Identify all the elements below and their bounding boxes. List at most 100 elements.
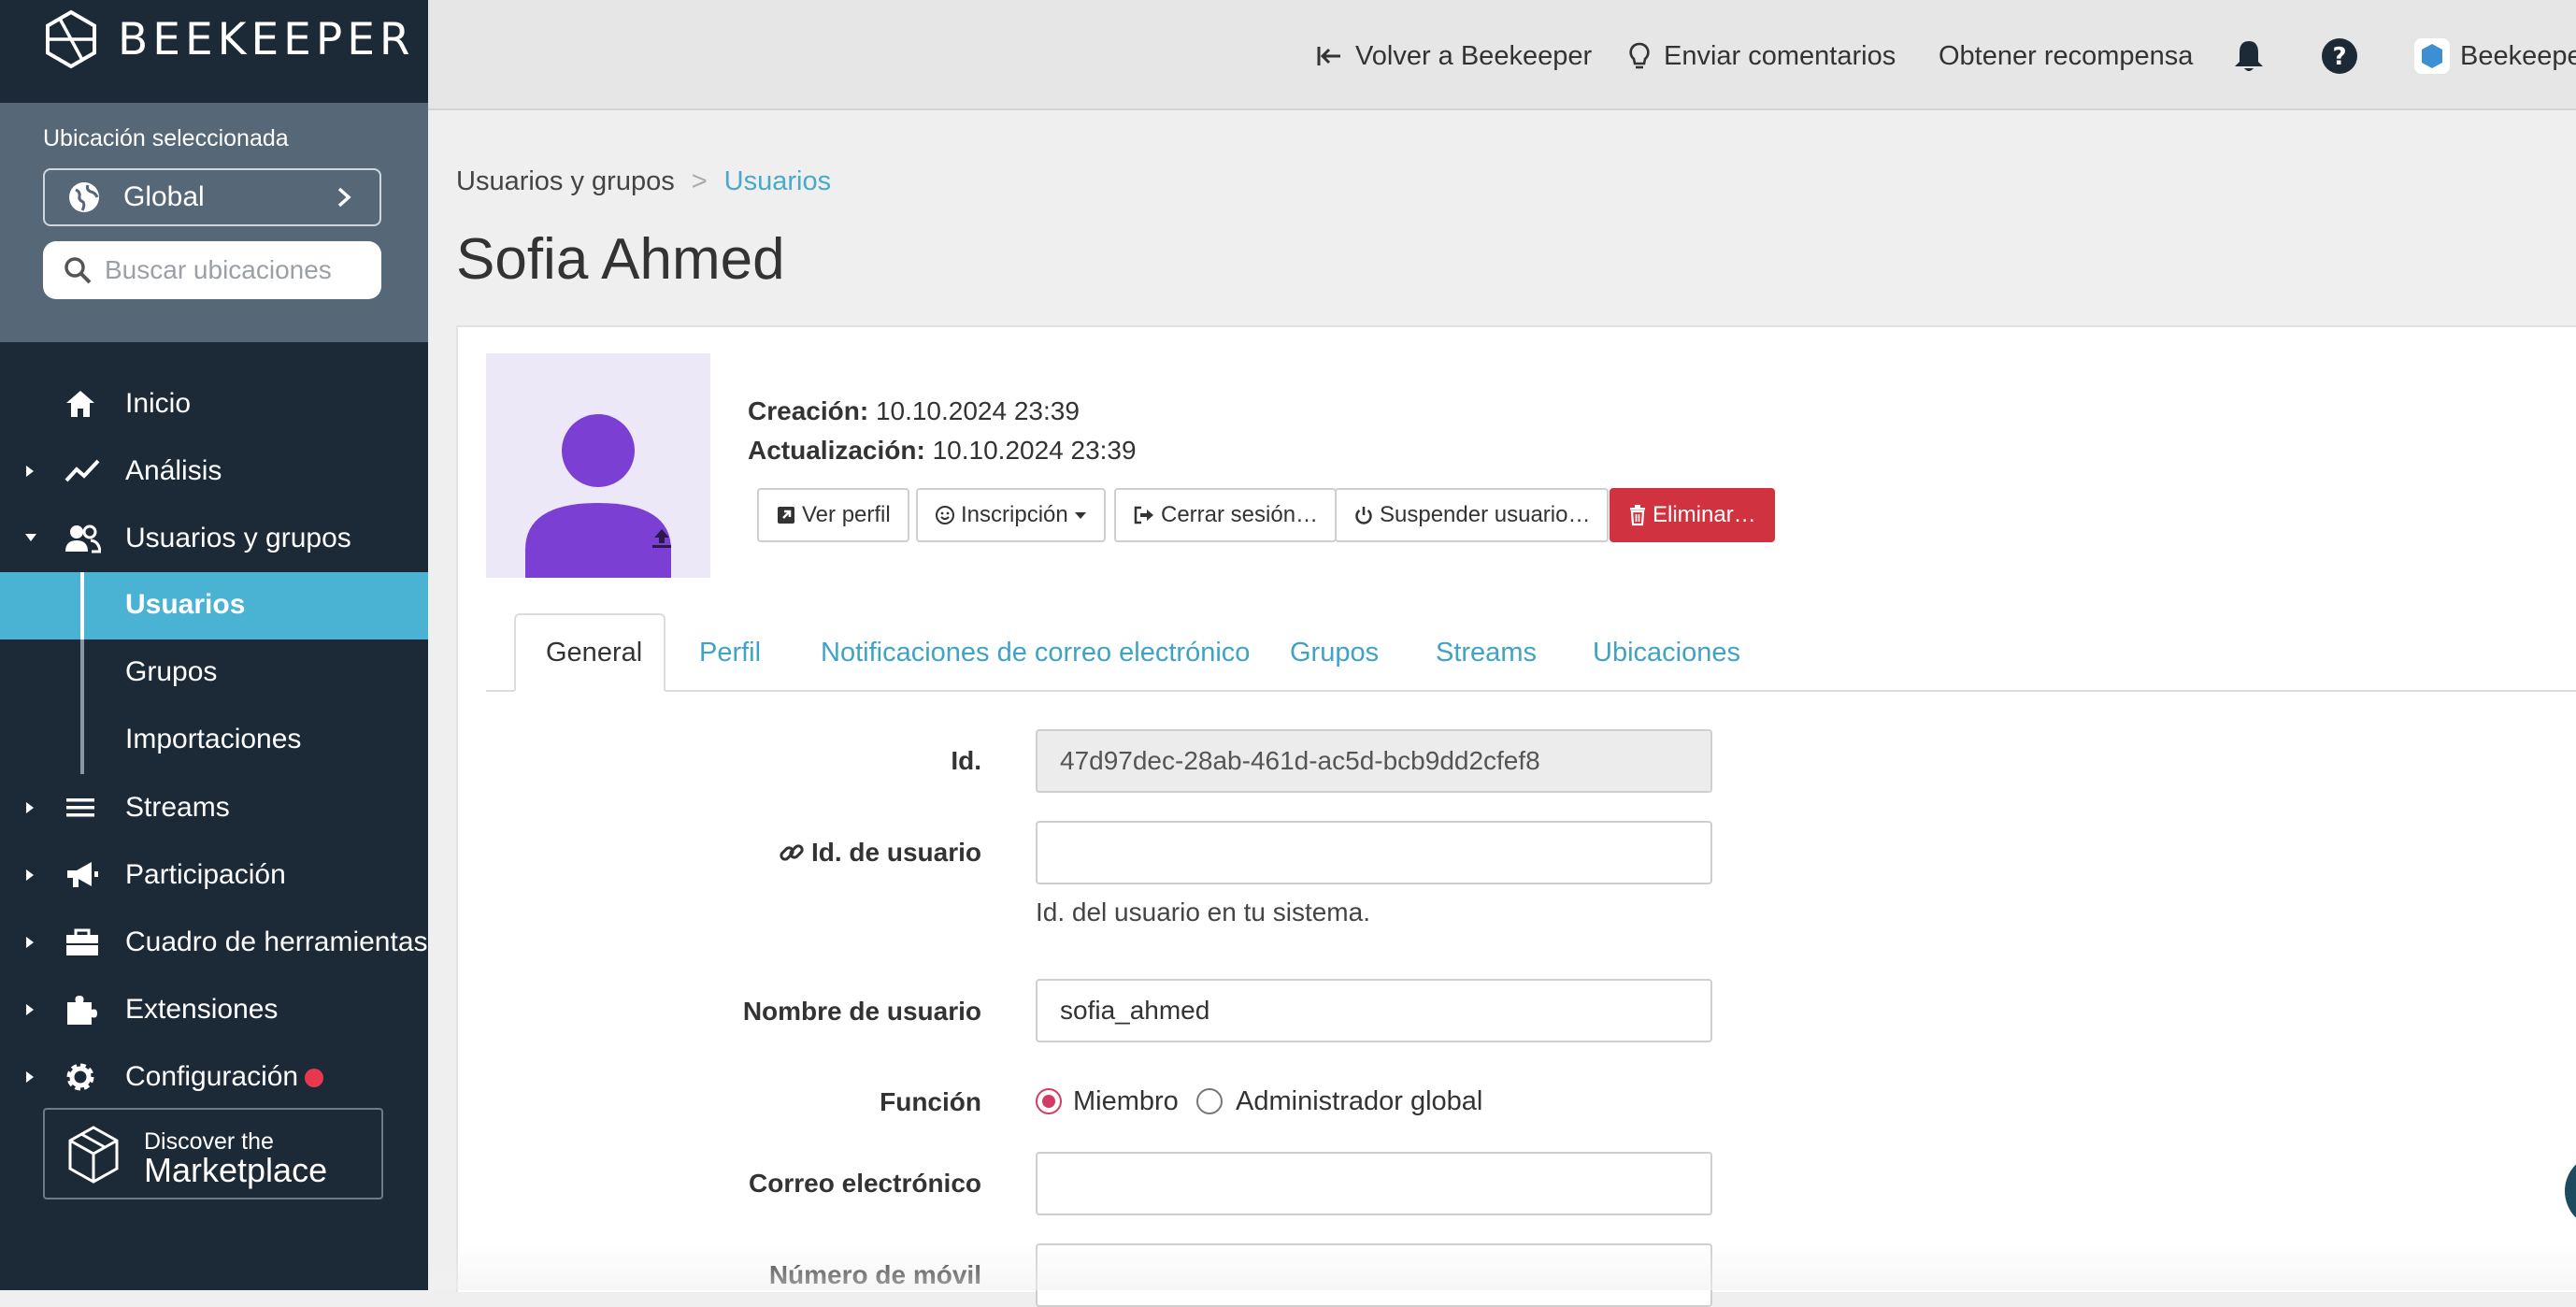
role-option-miembro[interactable]: Miembro	[1073, 1086, 1179, 1117]
updated-value: 10.10.2024 23:39	[932, 436, 1137, 465]
enrollment-dropdown[interactable]: Inscripción	[916, 488, 1106, 542]
tab-label: Streams	[1436, 637, 1537, 668]
sidebar-item-label: Usuarios y grupos	[125, 523, 351, 553]
sidebar: BEEKEEPER Ubicación seleccionada Global	[0, 0, 428, 1290]
sidebar-item-configuracion[interactable]: Configuración	[0, 1043, 428, 1111]
tab-grupos[interactable]: Grupos	[1290, 613, 1379, 692]
role-radio-admin-global[interactable]	[1196, 1088, 1223, 1114]
location-search[interactable]	[43, 241, 381, 299]
sidebar-subitem-grupos[interactable]: Grupos	[0, 639, 428, 707]
email-field[interactable]	[1036, 1152, 1712, 1215]
help-icon: ?	[2322, 38, 2357, 74]
view-profile-label: Ver perfil	[802, 502, 891, 527]
logout-button[interactable]: Cerrar sesión…	[1114, 488, 1338, 542]
send-feedback-link[interactable]: Enviar comentarios	[1628, 36, 1896, 77]
account-avatar-icon	[2414, 38, 2450, 74]
user-id-label: Id. de usuario	[810, 838, 981, 867]
caret-right-icon	[26, 869, 34, 881]
tab-notificaciones[interactable]: Notificaciones de correo electrónico	[821, 613, 1250, 692]
sidebar-item-participacion[interactable]: Participación	[0, 841, 428, 909]
sign-out-icon	[1134, 506, 1153, 524]
tab-label: Notificaciones de correo electrónico	[821, 637, 1251, 668]
logout-label: Cerrar sesión…	[1161, 502, 1319, 527]
back-to-beekeeper-label: Volver a Beekeeper	[1355, 40, 1593, 71]
location-panel: Ubicación seleccionada Global	[0, 103, 428, 342]
username-label: Nombre de usuario	[742, 997, 981, 1026]
suspend-user-button[interactable]: Suspender usuario…	[1335, 488, 1610, 542]
get-reward-label: Obtener recompensa	[1939, 40, 2194, 71]
users-icon	[65, 524, 101, 553]
sidebar-item-inicio[interactable]: Inicio	[0, 370, 428, 438]
role-radio-miembro[interactable]	[1036, 1088, 1062, 1114]
sidebar-item-extensiones[interactable]: Extensiones	[0, 976, 428, 1043]
hexagon-logo-icon	[46, 9, 96, 69]
location-selected: Global	[123, 181, 205, 212]
breadcrumb-current[interactable]: Usuarios	[724, 166, 831, 197]
caret-right-icon	[26, 1004, 34, 1015]
marketplace-line2: Marketplace	[144, 1151, 328, 1189]
page-title: Sofia Ahmed	[456, 227, 785, 292]
sidebar-subitem-importaciones[interactable]: Importaciones	[0, 707, 428, 774]
mobile-field[interactable]	[1036, 1243, 1712, 1307]
notifications-button[interactable]	[2230, 36, 2268, 77]
delete-user-button[interactable]: Eliminar…	[1610, 488, 1775, 542]
tab-perfil[interactable]: Perfil	[699, 613, 761, 692]
get-reward-link[interactable]: Obtener recompensa	[1939, 36, 2193, 77]
location-search-input[interactable]	[103, 254, 368, 286]
sidebar-item-label: Análisis	[125, 455, 222, 486]
tab-general[interactable]: General	[514, 613, 665, 692]
back-to-beekeeper-link[interactable]: Volver a Beekeeper	[1316, 36, 1592, 77]
role-label: Función	[880, 1087, 981, 1116]
id-field[interactable]	[1036, 729, 1712, 793]
marketplace-button[interactable]: Discover the Marketplace	[43, 1108, 383, 1199]
logo-text: BEEKEEPER	[118, 13, 415, 65]
sidebar-item-label: Inicio	[125, 388, 192, 419]
account-menu[interactable]: Beekeeper	[2413, 36, 2576, 77]
sidebar-item-label: Streams	[125, 792, 230, 823]
location-select[interactable]: Global	[43, 168, 381, 226]
avatar[interactable]	[486, 353, 710, 578]
sidebar-item-label: Extensiones	[125, 994, 279, 1025]
created-value: 10.10.2024 23:39	[875, 396, 1080, 425]
home-icon	[66, 391, 94, 417]
bell-icon	[2235, 41, 2263, 71]
sidebar-item-analisis[interactable]: Análisis	[0, 438, 428, 505]
updated-meta: Actualización: 10.10.2024 23:39	[748, 436, 1137, 466]
sidebar-subitem-label: Importaciones	[125, 724, 302, 754]
tab-label: Grupos	[1290, 637, 1380, 668]
account-name: Beekeeper	[2460, 40, 2576, 71]
created-label: Creación:	[748, 396, 869, 425]
sidebar-item-streams[interactable]: Streams	[0, 774, 428, 841]
chevron-right-icon	[337, 187, 351, 208]
sidebar-subitem-usuarios[interactable]: Usuarios	[0, 572, 428, 639]
help-button[interactable]: ?	[2320, 36, 2359, 77]
tab-ubicaciones[interactable]: Ubicaciones	[1593, 613, 1740, 692]
sidebar-item-usuarios-y-grupos[interactable]: Usuarios y grupos	[0, 505, 428, 572]
user-id-field[interactable]	[1036, 821, 1712, 884]
sidebar-subitem-label: Usuarios	[125, 589, 246, 620]
location-label: Ubicación seleccionada	[43, 125, 289, 151]
created-meta: Creación: 10.10.2024 23:39	[748, 396, 1080, 426]
submenu-active-marker	[80, 572, 84, 639]
caret-down-icon	[1074, 512, 1086, 519]
caret-right-icon	[26, 937, 34, 948]
sidebar-item-cuadro-de-herramientas[interactable]: Cuadro de herramientas	[0, 909, 428, 976]
suspend-user-label: Suspender usuario…	[1380, 502, 1591, 527]
breadcrumb-root[interactable]: Usuarios y grupos	[456, 166, 675, 197]
caret-right-icon	[26, 802, 34, 813]
link-icon	[780, 844, 804, 861]
sidebar-item-label: Configuración	[125, 1061, 299, 1092]
username-field[interactable]	[1036, 979, 1712, 1042]
search-icon	[64, 257, 92, 284]
marketplace-cube-icon	[68, 1126, 119, 1184]
id-label: Id.	[951, 746, 981, 775]
role-option-admin-global[interactable]: Administrador global	[1236, 1086, 1482, 1117]
toolbox-icon	[66, 928, 98, 955]
tab-streams[interactable]: Streams	[1436, 613, 1537, 692]
user-id-help-text: Id. del usuario en tu sistema.	[1036, 898, 1370, 926]
send-feedback-label: Enviar comentarios	[1664, 40, 1896, 71]
beekeeper-logo[interactable]: BEEKEEPER	[41, 9, 415, 69]
view-profile-button[interactable]: Ver perfil	[757, 488, 909, 542]
tab-label: Ubicaciones	[1593, 637, 1740, 668]
gear-icon	[66, 1063, 94, 1091]
